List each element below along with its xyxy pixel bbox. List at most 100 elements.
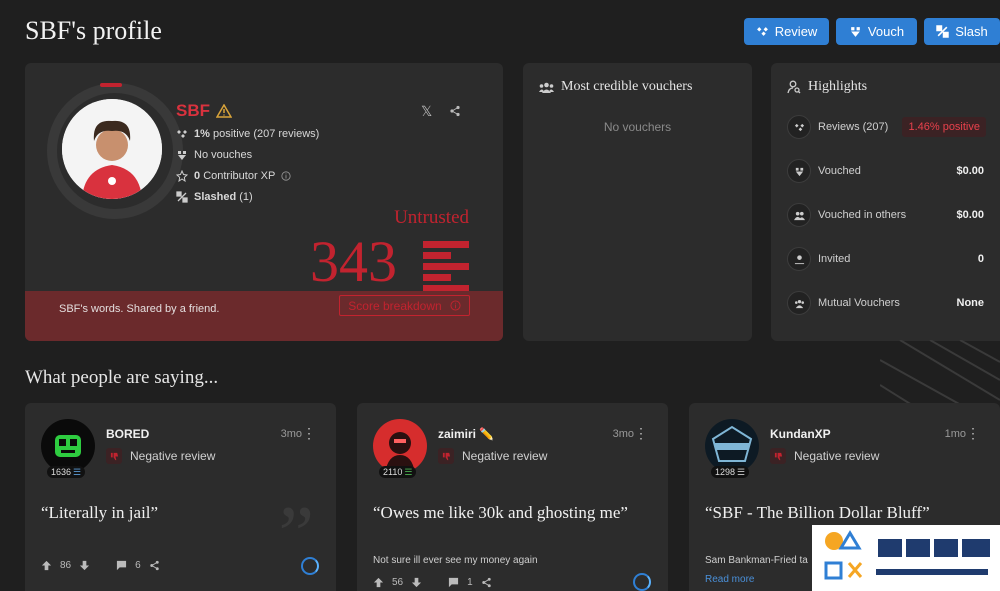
read-more-link[interactable]: Read more bbox=[705, 574, 754, 585]
review-time: 3mo bbox=[280, 428, 302, 440]
stat-reviews-text: positive (207 reviews) bbox=[212, 128, 320, 140]
vouchers-empty: No vouchers bbox=[603, 120, 672, 134]
upvote-icon[interactable] bbox=[41, 560, 52, 571]
highlights-title: Highlights bbox=[787, 79, 867, 95]
review-type-label: Negative review bbox=[462, 449, 548, 463]
slash-button-label: Slash bbox=[955, 24, 988, 39]
upvote-count: 86 bbox=[60, 560, 72, 571]
highlight-vouched[interactable]: Vouched $0.00 bbox=[787, 157, 1000, 185]
highlight-invited[interactable]: Invited 0 bbox=[787, 245, 1000, 273]
share-icon[interactable] bbox=[149, 560, 160, 571]
profile-quote: SBF's words. Shared by a friend. bbox=[59, 303, 220, 315]
more-options-icon[interactable]: ⋮ bbox=[634, 425, 648, 442]
review-card[interactable]: 1636 ☰ BORED 3mo ⋮ Negative review ” “Lit… bbox=[25, 403, 336, 591]
share-icon[interactable] bbox=[449, 105, 461, 117]
review-quote: “SBF - The Billion Dollar Bluff” bbox=[705, 503, 930, 522]
highlight-mutual-label: Mutual Vouchers bbox=[818, 297, 900, 309]
vouch-button[interactable]: Vouch bbox=[836, 18, 917, 45]
reviews-icon bbox=[794, 123, 804, 131]
reviewer-avatar bbox=[41, 419, 95, 473]
stat-slashed: Slashed (1) bbox=[176, 191, 253, 203]
reviewer-name[interactable]: BORED bbox=[106, 427, 149, 441]
review-time: 1mo bbox=[944, 428, 966, 440]
vouch-icon bbox=[851, 27, 860, 37]
review-time: 3mo bbox=[612, 428, 634, 440]
highlight-reviews-badge: 1.46% positive bbox=[902, 117, 986, 137]
profile-name-text: SBF bbox=[176, 101, 210, 120]
invite-icon bbox=[794, 254, 804, 264]
highlight-invited-label: Invited bbox=[818, 253, 851, 265]
review-actions: 86 6 bbox=[41, 560, 160, 571]
stat-slashed-label: Slashed bbox=[194, 191, 237, 203]
review-card[interactable]: 2110 ☰ zaimiri ✏️ 3mo ⋮ Negative review “… bbox=[357, 403, 668, 591]
reviewer-xp-badge: 1298 ☰ bbox=[711, 466, 750, 478]
comment-icon[interactable] bbox=[448, 577, 459, 588]
review-type: Negative review bbox=[106, 448, 215, 464]
review-type: Negative review bbox=[438, 448, 547, 464]
decorative-lines bbox=[880, 340, 1000, 410]
reviewer-xp-badge: 2110 ☰ bbox=[379, 466, 417, 478]
stat-reviews-percent: 1% bbox=[194, 128, 210, 140]
vouch-icon bbox=[178, 151, 186, 160]
highlight-reviews[interactable]: Reviews (207) 1.46% positive bbox=[787, 113, 1000, 141]
reviewer-xp: 2110 bbox=[383, 467, 403, 477]
upvote-icon[interactable] bbox=[373, 577, 384, 588]
stat-xp-value: 0 bbox=[194, 170, 201, 182]
downvote-icon[interactable] bbox=[79, 560, 90, 571]
info-icon bbox=[450, 300, 461, 311]
highlights-title-text: Highlights bbox=[808, 79, 868, 94]
highlight-mutual[interactable]: Mutual Vouchers None bbox=[787, 289, 1000, 317]
review-type-label: Negative review bbox=[130, 449, 216, 463]
highlight-invited-value: 0 bbox=[977, 253, 984, 265]
reviewer-xp-badge: 1636 ☰ bbox=[47, 466, 86, 478]
reviewer-xp: 1636 bbox=[51, 467, 72, 477]
review-type: Negative review bbox=[770, 448, 879, 464]
loading-spinner-icon bbox=[301, 557, 319, 575]
score-breakdown-button[interactable]: Score breakdown bbox=[339, 295, 470, 316]
review-body: Not sure ill ever see my money again bbox=[373, 555, 538, 566]
highlight-reviews-label: Reviews (207) bbox=[818, 121, 889, 133]
vouchers-card: Most credible vouchers No vouchers bbox=[523, 63, 752, 341]
more-options-icon[interactable]: ⋮ bbox=[966, 425, 980, 442]
profile-card: SBF 𝕏 1% positive (207 reviews) No vouch… bbox=[25, 63, 503, 341]
slash-button[interactable]: Slash bbox=[924, 18, 1000, 45]
review-type-label: Negative review bbox=[794, 449, 880, 463]
stat-reviews: 1% positive (207 reviews) bbox=[176, 128, 319, 140]
reviews-icon bbox=[177, 130, 187, 138]
user-search-icon bbox=[787, 80, 801, 94]
review-button[interactable]: Review bbox=[744, 18, 829, 45]
highlight-vouched-others[interactable]: Vouched in others $0.00 bbox=[787, 201, 1000, 229]
thumbs-down-icon bbox=[438, 448, 454, 464]
comment-count: 1 bbox=[467, 577, 473, 588]
reviewer-name[interactable]: KundanXP bbox=[770, 427, 831, 441]
review-button-label: Review bbox=[774, 24, 818, 39]
slash-icon bbox=[176, 191, 188, 203]
more-options-icon[interactable]: ⋮ bbox=[302, 425, 316, 442]
profile-name: SBF bbox=[176, 101, 232, 121]
review-icon bbox=[756, 27, 768, 36]
x-icon[interactable]: 𝕏 bbox=[421, 103, 432, 120]
highlight-vouched-value: $0.00 bbox=[956, 165, 984, 177]
slash-icon bbox=[936, 25, 949, 38]
comment-icon[interactable] bbox=[116, 560, 127, 571]
section-title: What people are saying... bbox=[25, 367, 219, 388]
comment-count: 6 bbox=[135, 560, 141, 571]
trust-status: Untrusted bbox=[394, 207, 469, 228]
review-actions: 56 1 bbox=[373, 577, 492, 588]
score-level-icon bbox=[423, 241, 469, 296]
stat-xp-text: Contributor XP bbox=[203, 170, 276, 182]
star-icon bbox=[176, 170, 188, 182]
highlight-vouched-others-label: Vouched in others bbox=[818, 209, 907, 221]
share-icon[interactable] bbox=[481, 577, 492, 588]
watermark-logo bbox=[812, 525, 1000, 591]
loading-spinner-icon bbox=[633, 573, 651, 591]
people-icon bbox=[793, 211, 805, 220]
vouchers-title: Most credible vouchers bbox=[539, 79, 692, 95]
credibility-score: 343 bbox=[310, 229, 397, 294]
highlight-vouched-label: Vouched bbox=[818, 165, 861, 177]
reviewer-name[interactable]: zaimiri ✏️ bbox=[438, 427, 494, 441]
info-icon[interactable] bbox=[281, 171, 291, 181]
downvote-icon[interactable] bbox=[411, 577, 422, 588]
highlight-mutual-value: None bbox=[956, 297, 985, 309]
vouch-icon bbox=[795, 167, 803, 176]
